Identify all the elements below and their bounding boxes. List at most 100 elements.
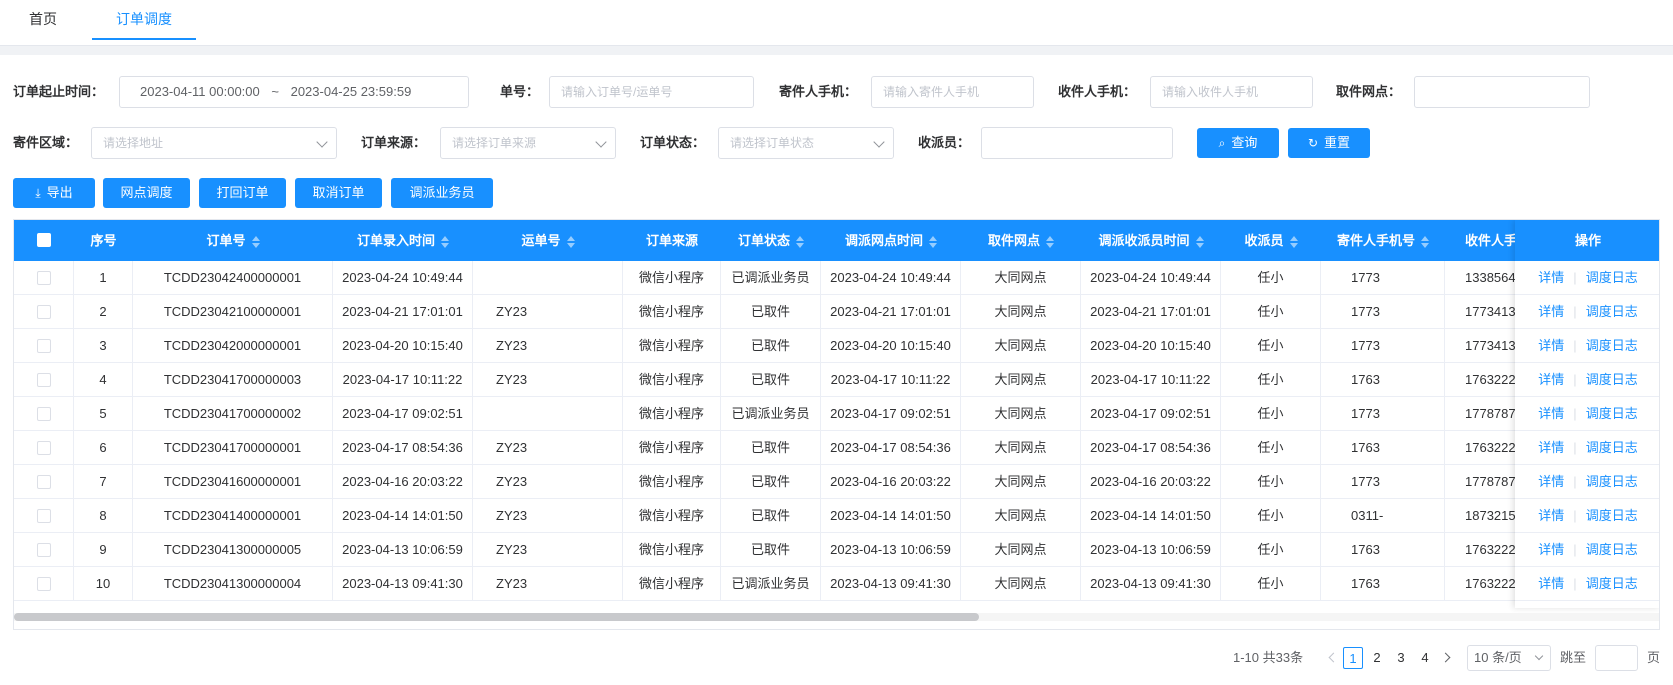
cell-index: 10: [74, 567, 133, 601]
table-row[interactable]: 7 TCDD23041600000001 2023-04-16 20:03:22 ZY…: [14, 465, 1659, 499]
row-checkbox[interactable]: [37, 543, 51, 557]
page-3[interactable]: 3: [1391, 647, 1411, 669]
detail-link[interactable]: 详情: [1538, 338, 1564, 353]
dispatch-log-link[interactable]: 调度日志: [1586, 304, 1638, 319]
cell-waybill: ZY23: [473, 295, 623, 329]
cell-select: [14, 295, 74, 329]
col-header-waybill[interactable]: 运单号: [473, 220, 623, 261]
tab-order-dispatch[interactable]: 订单调度: [92, 0, 196, 40]
cancel-order-button[interactable]: 取消订单: [295, 178, 382, 208]
search-button[interactable]: ⌕ 查询: [1197, 128, 1279, 158]
dispatch-log-link[interactable]: 调度日志: [1586, 440, 1638, 455]
sort-icon[interactable]: [1195, 235, 1204, 248]
table-row[interactable]: 10 TCDD23041300000004 2023-04-13 09:41:30 Z…: [14, 567, 1659, 601]
table-row[interactable]: 2 TCDD23042100000001 2023-04-21 17:01:01 ZY…: [14, 295, 1659, 329]
detail-link[interactable]: 详情: [1538, 304, 1564, 319]
table-row[interactable]: 9 TCDD23041300000005 2023-04-13 10:06:59 ZY…: [14, 533, 1659, 567]
cell-select: [14, 499, 74, 533]
col-header-dispatch-time[interactable]: 调派网点时间: [821, 220, 961, 261]
cell-courier-time: 2023-04-24 10:49:44: [1081, 261, 1221, 295]
row-checkbox[interactable]: [37, 475, 51, 489]
detail-link[interactable]: 详情: [1538, 474, 1564, 489]
cell-source: 微信小程序: [623, 397, 721, 431]
detail-link[interactable]: 详情: [1538, 440, 1564, 455]
table-row[interactable]: 8 TCDD23041400000001 2023-04-14 14:01:50 ZY…: [14, 499, 1659, 533]
dispatch-log-link[interactable]: 调度日志: [1586, 542, 1638, 557]
tab-home[interactable]: 首页: [0, 0, 86, 40]
row-checkbox[interactable]: [37, 373, 51, 387]
page-2[interactable]: 2: [1367, 647, 1387, 669]
cell-courier: 任小: [1221, 431, 1321, 465]
row-checkbox[interactable]: [37, 339, 51, 353]
cell-index: 5: [74, 397, 133, 431]
table-row[interactable]: 5 TCDD23041700000002 2023-04-17 09:02:51 微信…: [14, 397, 1659, 431]
col-header-courier-time[interactable]: 调派收派员时间: [1081, 220, 1221, 261]
col-header-sender-phone[interactable]: 寄件人手机号: [1321, 220, 1445, 261]
select-all-checkbox[interactable]: [37, 233, 51, 247]
order-status-select[interactable]: 请选择订单状态: [718, 127, 894, 159]
sort-icon[interactable]: [1289, 235, 1298, 248]
export-button[interactable]: ⤓ 导出: [13, 178, 95, 208]
reset-button[interactable]: ↻ 重置: [1288, 128, 1370, 158]
dispatch-log-link[interactable]: 调度日志: [1586, 508, 1638, 523]
detail-link[interactable]: 详情: [1538, 508, 1564, 523]
prev-page-icon[interactable]: [1328, 652, 1339, 663]
page-1[interactable]: 1: [1343, 647, 1363, 669]
row-checkbox[interactable]: [37, 509, 51, 523]
cell-waybill: [473, 261, 623, 295]
row-checkbox[interactable]: [37, 577, 51, 591]
table-row[interactable]: 1 TCDD23042400000001 2023-04-24 10:49:44 微信…: [14, 261, 1659, 295]
table-row[interactable]: 6 TCDD23041700000001 2023-04-17 08:54:36 ZY…: [14, 431, 1659, 465]
sender-phone-input[interactable]: 请输入寄件人手机: [871, 76, 1034, 108]
row-checkbox[interactable]: [37, 305, 51, 319]
jump-page-input[interactable]: [1595, 645, 1638, 671]
sort-icon[interactable]: [566, 235, 575, 248]
dispatch-point-button[interactable]: 网点调度: [103, 178, 190, 208]
dispatch-log-link[interactable]: 调度日志: [1586, 270, 1638, 285]
dispatch-log-link[interactable]: 调度日志: [1586, 372, 1638, 387]
cell-waybill: ZY23: [473, 431, 623, 465]
receiver-phone-input[interactable]: 请输入收件人手机: [1150, 76, 1313, 108]
detail-link[interactable]: 详情: [1538, 542, 1564, 557]
detail-link[interactable]: 详情: [1538, 270, 1564, 285]
table-row[interactable]: 3 TCDD23042000000001 2023-04-20 10:15:40 ZY…: [14, 329, 1659, 363]
sort-icon[interactable]: [251, 235, 260, 248]
next-page-icon[interactable]: [1440, 652, 1451, 663]
cell-source: 微信小程序: [623, 329, 721, 363]
sort-icon[interactable]: [929, 235, 937, 248]
horizontal-scrollbar[interactable]: [14, 613, 1659, 621]
detail-link[interactable]: 详情: [1538, 406, 1564, 421]
col-header-pickup-point[interactable]: 取件网点: [961, 220, 1081, 261]
sort-icon[interactable]: [1421, 235, 1429, 248]
return-order-button[interactable]: 打回订单: [199, 178, 286, 208]
pickup-point-input[interactable]: [1414, 76, 1590, 108]
row-checkbox[interactable]: [37, 441, 51, 455]
dispatch-staff-button[interactable]: 调派业务员: [391, 178, 493, 208]
row-checkbox[interactable]: [37, 407, 51, 421]
detail-link[interactable]: 详情: [1538, 372, 1564, 387]
detail-link[interactable]: 详情: [1538, 576, 1564, 591]
cell-sender-phone: 1763: [1321, 567, 1445, 601]
cell-index: 2: [74, 295, 133, 329]
page-4[interactable]: 4: [1415, 647, 1435, 669]
dispatch-log-link[interactable]: 调度日志: [1586, 576, 1638, 591]
order-source-select[interactable]: 请选择订单来源: [440, 127, 616, 159]
col-header-order-no[interactable]: 订单号: [133, 220, 333, 261]
table-row[interactable]: 4 TCDD23041700000003 2023-04-17 10:11:22 ZY…: [14, 363, 1659, 397]
order-no-input[interactable]: 请输入订单号/运单号: [549, 76, 754, 108]
scrollbar-thumb[interactable]: [14, 613, 979, 621]
order-time-range-picker[interactable]: 2023-04-11 00:00:00 ~ 2023-04-25 23:59:5…: [119, 76, 469, 108]
page-size-select[interactable]: 10 条/页: [1467, 645, 1551, 671]
sort-icon[interactable]: [441, 235, 449, 248]
col-header-courier[interactable]: 收派员: [1221, 220, 1321, 261]
sort-icon[interactable]: [1046, 235, 1054, 248]
sort-icon[interactable]: [796, 235, 804, 248]
dispatch-log-link[interactable]: 调度日志: [1586, 338, 1638, 353]
dispatch-log-link[interactable]: 调度日志: [1586, 406, 1638, 421]
col-header-entry-time[interactable]: 订单录入时间: [333, 220, 473, 261]
courier-input[interactable]: [981, 127, 1173, 159]
sender-region-select[interactable]: 请选择地址: [91, 127, 337, 159]
dispatch-log-link[interactable]: 调度日志: [1586, 474, 1638, 489]
col-header-status[interactable]: 订单状态: [721, 220, 821, 261]
row-checkbox[interactable]: [37, 271, 51, 285]
